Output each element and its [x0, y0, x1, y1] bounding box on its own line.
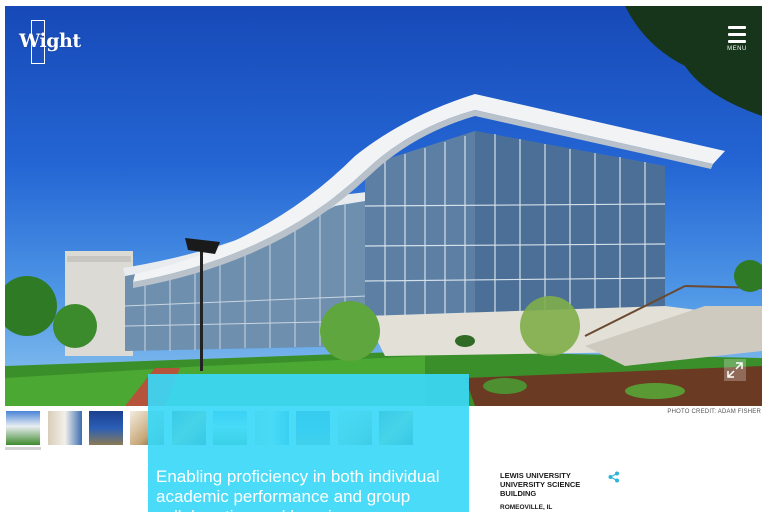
thumbnail-item[interactable] [88, 410, 124, 450]
logo-text: Wight [19, 30, 81, 52]
menu-label: MENU [727, 46, 747, 52]
project-location: ROMEOVILLE, IL [500, 504, 553, 511]
active-thumbnail-indicator [5, 447, 41, 450]
thumbnail-image[interactable] [47, 410, 83, 446]
thumbnail-image[interactable] [88, 410, 124, 446]
expand-button[interactable] [724, 359, 746, 381]
expand-icon [727, 362, 743, 378]
photo-credit: PHOTO CREDIT: ADAM FISHER [667, 409, 761, 415]
project-title: LEWIS UNIVERSITY UNIVERSITY SCIENCE BUIL… [500, 471, 581, 498]
share-icon [608, 471, 619, 483]
building-photo [5, 6, 762, 406]
thumbnail-image[interactable] [5, 410, 41, 446]
hamburger-icon-bar [728, 33, 746, 36]
thumbnail-item[interactable] [47, 410, 83, 450]
hamburger-icon-bar [728, 26, 746, 29]
tagline-panel: Enabling proficiency in both individual … [148, 374, 469, 512]
tagline-text: Enabling proficiency in both individual … [156, 467, 440, 512]
wight-logo[interactable]: Wight [19, 20, 81, 66]
share-button[interactable] [608, 470, 620, 483]
thumbnail-item[interactable] [5, 410, 41, 450]
hero-image: Wight MENU [5, 6, 762, 406]
menu-button[interactable]: MENU [726, 26, 748, 58]
hamburger-icon-bar [728, 40, 746, 43]
